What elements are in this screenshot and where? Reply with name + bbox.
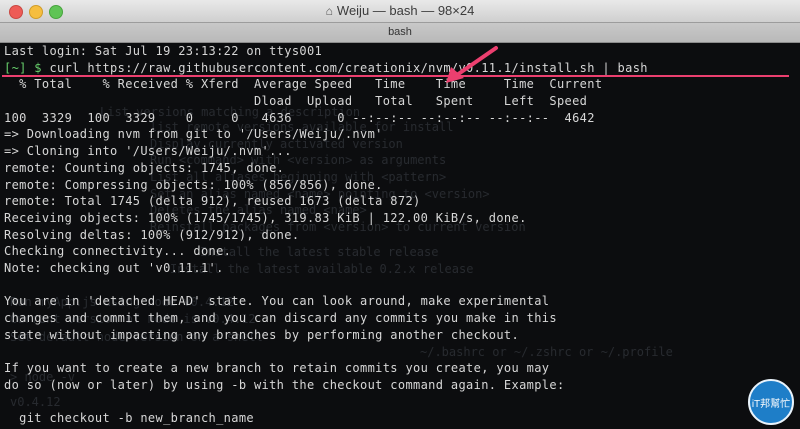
terminal-line: You are in 'detached HEAD' state. You ca… xyxy=(4,293,800,310)
terminal-window: ⌂ Weiju — bash — 98×24 bash List versions… xyxy=(0,0,800,429)
output-text: Receiving objects: 100% (1745/1745), 319… xyxy=(4,210,527,225)
output-text: remote: Compressing objects: 100% (856/8… xyxy=(4,177,383,192)
terminal-line: changes and commit them, and you can dis… xyxy=(4,310,800,327)
shell-prompt: [~] $ xyxy=(4,60,50,75)
terminal-line: Resolving deltas: 100% (912/912), done. xyxy=(4,227,800,244)
home-folder-icon: ⌂ xyxy=(325,4,333,18)
output-text: You are in 'detached HEAD' state. You ca… xyxy=(4,294,550,309)
terminal-line: do so (now or later) by using -b with th… xyxy=(4,377,800,394)
output-text: => Cloning into '/Users/Weiju/.nvm'... xyxy=(4,144,292,159)
terminal-line: Note: checking out 'v0.11.1'. xyxy=(4,260,800,277)
output-text: Note: checking out 'v0.11.1'. xyxy=(4,260,224,275)
terminal-line: Receiving objects: 100% (1745/1745), 319… xyxy=(4,210,800,227)
terminal-line: [~] $ curl https://raw.githubusercontent… xyxy=(4,60,800,77)
output-text: Last login: Sat Jul 19 23:13:22 on ttys0… xyxy=(4,44,323,58)
terminal-line: Dload Upload Total Spent Left Speed xyxy=(4,93,800,110)
output-text: Resolving deltas: 100% (912/912), done. xyxy=(4,227,300,242)
terminal-line: 100 3329 100 3329 0 0 4636 0 --:--:-- --… xyxy=(4,110,800,127)
output-text: If you want to create a new branch to re… xyxy=(4,361,550,376)
output-text: Checking connectivity... done. xyxy=(4,244,232,259)
command-underline-annotation xyxy=(2,75,789,77)
output-text: git checkout -b new_branch_name xyxy=(4,411,254,426)
output-text: state without impacting any branches by … xyxy=(4,327,520,342)
terminal-line: => Cloning into '/Users/Weiju/.nvm'... xyxy=(4,143,800,160)
output-text: remote: Total 1745 (delta 912), reused 1… xyxy=(4,194,421,209)
terminal-line: remote: Total 1745 (delta 912), reused 1… xyxy=(4,193,800,210)
terminal-line: Checking connectivity... done. xyxy=(4,243,800,260)
terminal-lines: Last login: Sat Jul 19 23:13:22 on ttys0… xyxy=(4,43,800,429)
terminal-line: If you want to create a new branch to re… xyxy=(4,360,800,377)
output-text: do so (now or later) by using -b with th… xyxy=(4,377,565,392)
output-text: remote: Counting objects: 1745, done. xyxy=(4,160,285,175)
output-text: % Total % Received % Xferd Average Speed… xyxy=(4,77,603,92)
site-logo-badge: iT邦幫忙 xyxy=(748,379,794,425)
terminal-line: remote: Counting objects: 1745, done. xyxy=(4,160,800,177)
terminal-line: => Downloading nvm from git to '/Users/W… xyxy=(4,126,800,143)
output-text: 100 3329 100 3329 0 0 4636 0 --:--:-- --… xyxy=(4,110,595,125)
title-bar[interactable]: ⌂ Weiju — bash — 98×24 xyxy=(0,0,800,23)
window-title: ⌂ Weiju — bash — 98×24 xyxy=(0,3,800,18)
output-text: Dload Upload Total Spent Left Speed xyxy=(4,94,588,109)
output-text: changes and commit them, and you can dis… xyxy=(4,311,557,325)
command-text: curl https://raw.githubusercontent.com/c… xyxy=(49,60,648,75)
output-text: => Downloading nvm from git to '/Users/W… xyxy=(4,127,383,142)
site-logo-text: iT邦幫忙 xyxy=(751,398,791,410)
terminal-line: % Total % Received % Xferd Average Speed… xyxy=(4,76,800,93)
annotation-arrow-icon xyxy=(446,46,498,83)
tab-bar: bash xyxy=(0,23,800,43)
terminal-line: git checkout -b new_branch_name xyxy=(4,410,800,427)
terminal-line: Last login: Sat Jul 19 23:13:22 on ttys0… xyxy=(4,43,800,60)
window-title-text: Weiju — bash — 98×24 xyxy=(336,3,475,18)
terminal-line: state without impacting any branches by … xyxy=(4,327,800,344)
terminal-output[interactable]: List versions matching a description list… xyxy=(0,43,800,429)
tab-bash[interactable]: bash xyxy=(4,24,796,40)
terminal-line: remote: Compressing objects: 100% (856/8… xyxy=(4,177,800,194)
